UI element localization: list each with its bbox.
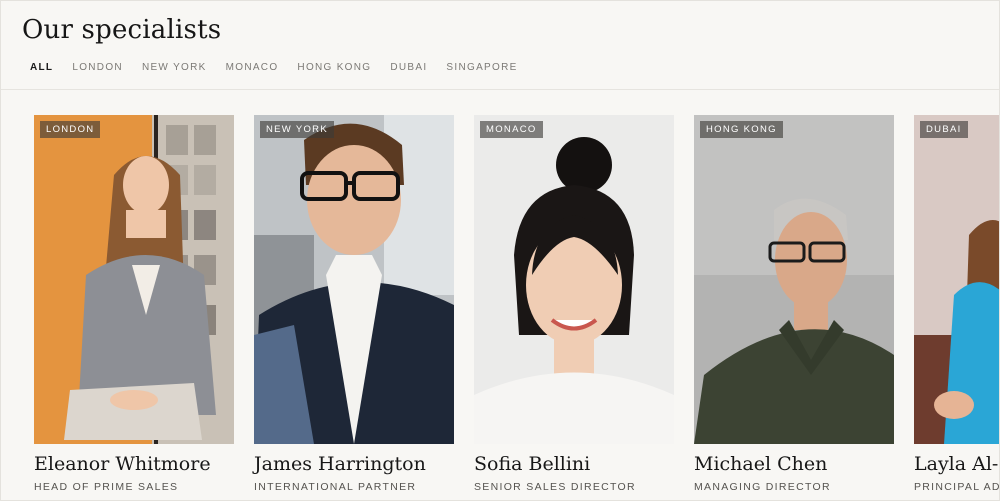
city-filter-tabs: ALL LONDON NEW YORK MONACO HONG KONG DUB… [30,62,537,73]
section-header: Our specialists ALL LONDON NEW YORK MONA… [1,1,999,90]
portrait-image [34,115,234,444]
specialist-photo [914,115,999,444]
specialist-name[interactable]: Layla Al-F [914,453,999,475]
city-badge: MONACO [480,121,543,138]
filter-tab-new-york[interactable]: NEW YORK [142,62,207,73]
specialist-role: MANAGING DIRECTOR [694,481,831,493]
specialist-name[interactable]: James Harrington [254,453,426,475]
specialist-photo [34,115,234,444]
specialist-card[interactable]: LONDON Eleanor Whitmore HEAD OF PRIME SA… [34,115,234,500]
specialist-photo [474,115,674,444]
city-badge: LONDON [40,121,101,138]
portrait-image [474,115,674,444]
specialist-name[interactable]: Eleanor Whitmore [34,453,211,475]
specialists-section: Our specialists ALL LONDON NEW YORK MONA… [0,0,1000,501]
filter-tab-london[interactable]: LONDON [72,62,123,73]
specialist-role: INTERNATIONAL PARTNER [254,481,417,493]
specialist-photo [694,115,894,444]
portrait-image [914,115,999,444]
filter-tab-monaco[interactable]: MONACO [226,62,279,73]
specialist-role: HEAD OF PRIME SALES [34,481,179,493]
filter-tab-singapore[interactable]: SINGAPORE [446,62,517,73]
specialist-role: PRINCIPAL AD [914,481,1000,493]
filter-tab-dubai[interactable]: DUBAI [390,62,427,73]
specialist-name[interactable]: Michael Chen [694,453,827,475]
portrait-image [254,115,454,444]
specialist-card[interactable]: MONACO Sofia Bellini SENIOR SALES DIRECT… [474,115,674,500]
filter-tab-all[interactable]: ALL [30,62,53,73]
specialist-card[interactable]: NEW YORK James Harrington INTERNATIONAL … [254,115,454,500]
specialist-photo [254,115,454,444]
specialist-name[interactable]: Sofia Bellini [474,453,590,475]
specialist-card[interactable]: DUBAI Layla Al-F PRINCIPAL AD [914,115,1000,500]
city-badge: NEW YORK [260,121,334,138]
page-title: Our specialists [22,15,222,45]
specialist-cards: LONDON Eleanor Whitmore HEAD OF PRIME SA… [34,115,1000,500]
filter-tab-hong-kong[interactable]: HONG KONG [297,62,371,73]
portrait-image [694,115,894,444]
city-badge: DUBAI [920,121,968,138]
specialist-card[interactable]: HONG KONG Michael Chen MANAGING DIRECTOR [694,115,894,500]
specialist-role: SENIOR SALES DIRECTOR [474,481,636,493]
city-badge: HONG KONG [700,121,783,138]
